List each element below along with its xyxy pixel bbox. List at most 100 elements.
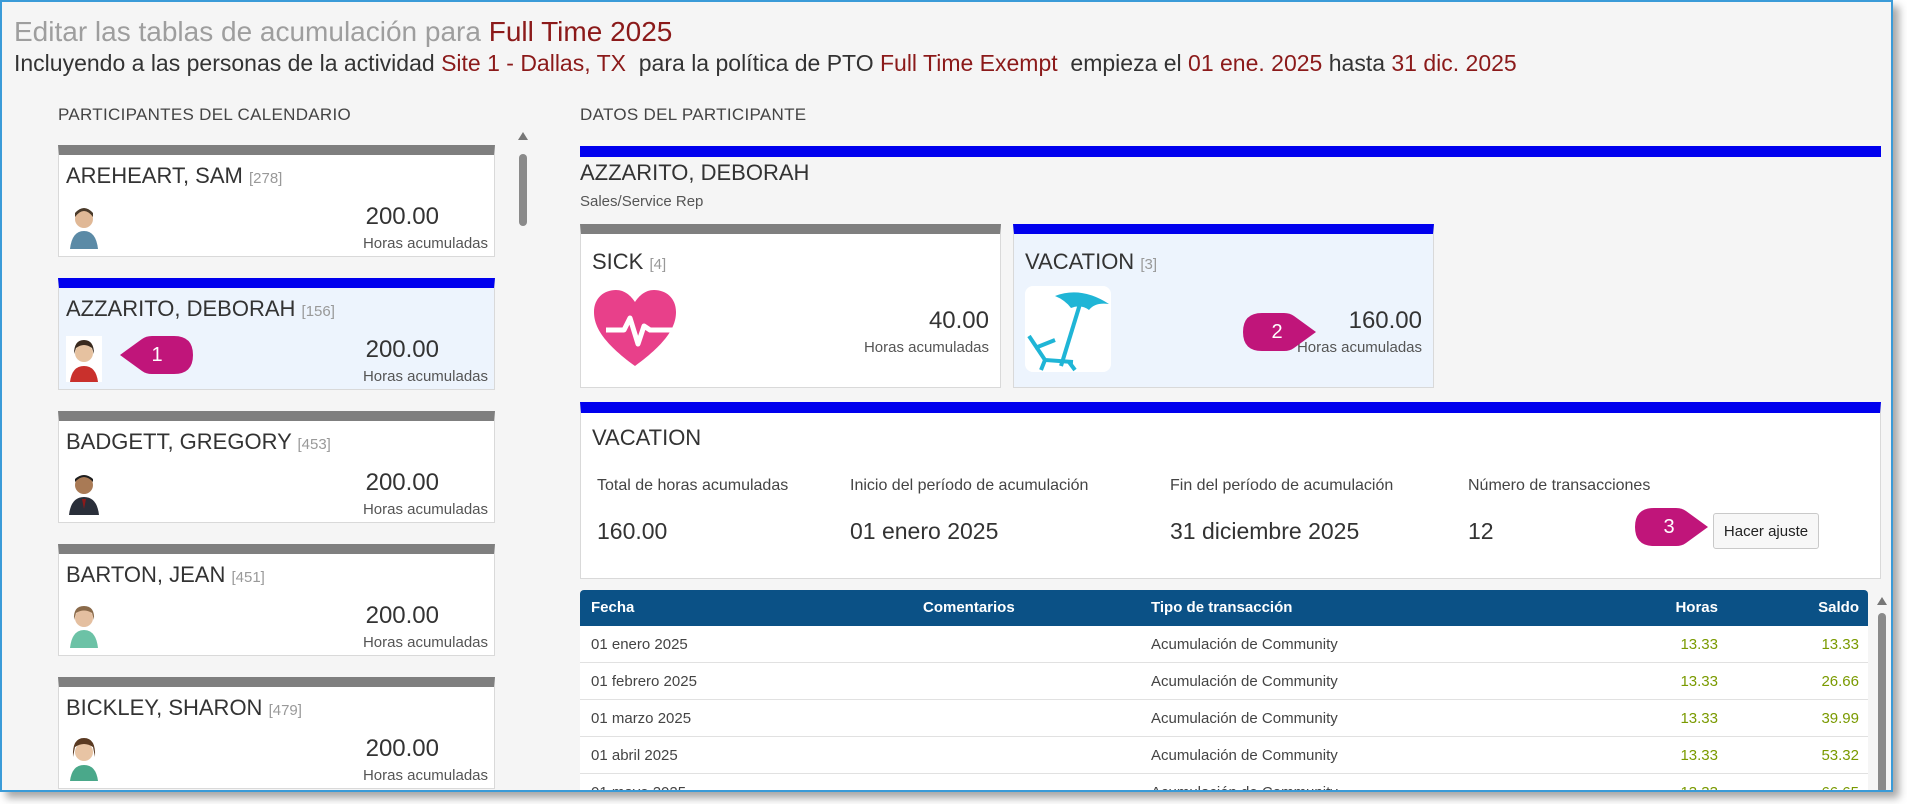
subtitle-text-3: empieza el	[1070, 50, 1182, 76]
participant-card[interactable]: AREHEART, SAM [278] 200.00 Horas acumula…	[58, 145, 495, 257]
callout-number: 1	[151, 344, 163, 366]
cell-date: 01 mayo 2025	[591, 784, 686, 790]
period-start-value: 01 enero 2025	[850, 518, 999, 544]
subtitle-text-2: para la política de PTO	[638, 50, 874, 76]
participant-card[interactable]: BADGETT, GREGORY [453] 200.00 Horas acum…	[58, 411, 495, 523]
scrollbar-thumb[interactable]	[1878, 613, 1886, 790]
participant-name: BADGETT, GREGORY [453]	[66, 429, 331, 454]
cell-hours: 13.33	[1680, 710, 1718, 727]
end-date: 31 dic. 2025	[1391, 50, 1517, 76]
start-date: 01 ene. 2025	[1188, 50, 1323, 76]
pto-hours: 40.00	[928, 307, 989, 334]
period-start-field: Inicio del período de acumulación 01 ene…	[850, 477, 1088, 545]
participant-name: AREHEART, SAM [278]	[66, 163, 283, 188]
period-start-label: Inicio del período de acumulación	[850, 477, 1089, 494]
page-subtitle: Incluyendo a las personas de la activida…	[14, 50, 1517, 77]
column-header-type[interactable]: Tipo de transacción	[1151, 599, 1292, 616]
transaction-count-field: Número de transacciones 12	[1468, 477, 1650, 545]
participant-data-heading: DATOS DEL PARTICIPANTE	[580, 105, 807, 124]
participant-card[interactable]: BARTON, JEAN [451] 200.00 Horas acumulad…	[58, 544, 495, 656]
participant-hours: 200.00	[365, 602, 439, 629]
cell-hours: 13.33	[1680, 784, 1718, 790]
column-header-date[interactable]: Fecha	[591, 599, 634, 616]
calendar-name: Full Time 2025	[488, 16, 673, 47]
pto-id: [3]	[1140, 256, 1158, 273]
participant-hours: 200.00	[365, 469, 439, 496]
column-header-balance[interactable]: Saldo	[1818, 599, 1859, 616]
participant-header-bar	[580, 146, 1881, 157]
subtitle-text-1: Incluyendo a las personas de la activida…	[14, 50, 435, 76]
policy-name: Full Time Exempt	[879, 50, 1058, 76]
callout-number: 3	[1663, 516, 1675, 538]
detail-title: VACATION	[592, 425, 702, 450]
table-row[interactable]: 01 febrero 2025 Acumulación de Community…	[580, 663, 1868, 700]
cell-balance: 39.99	[1821, 710, 1859, 727]
pto-id: [4]	[649, 256, 667, 273]
participant-detail-name: AZZARITO, DEBORAH	[580, 160, 810, 185]
page-title: Editar las tablas de acumulación para Fu…	[14, 16, 672, 48]
transactions-table: Fecha Comentarios Tipo de transacción Ho…	[580, 590, 1868, 790]
participant-id: [453]	[297, 436, 331, 453]
participant-hours: 200.00	[365, 203, 439, 230]
cell-type: Acumulación de Community	[1151, 747, 1338, 764]
participant-name: BICKLEY, SHARON [479]	[66, 695, 302, 720]
total-hours-value: 160.00	[597, 518, 668, 544]
participant-card[interactable]: BICKLEY, SHARON [479] 200.00 Horas acumu…	[58, 677, 495, 789]
participant-name: AZZARITO, DEBORAH [156]	[66, 296, 335, 321]
app-window: Editar las tablas de acumulación para Fu…	[0, 0, 1893, 792]
participant-hours: 200.00	[365, 735, 439, 762]
scroll-up-arrow-icon[interactable]	[518, 132, 528, 140]
table-header: Fecha Comentarios Tipo de transacción Ho…	[580, 590, 1868, 626]
table-row[interactable]: 01 mayo 2025 Acumulación de Community 13…	[580, 774, 1868, 790]
accrual-detail-panel: VACATION Total de horas acumuladas 160.0…	[580, 402, 1881, 579]
period-end-label: Fin del período de acumulación	[1170, 477, 1394, 494]
table-scrollbar[interactable]	[1875, 597, 1889, 790]
participant-id: [156]	[301, 303, 335, 320]
participant-hours: 200.00	[365, 336, 439, 363]
cell-balance: 66.65	[1821, 784, 1859, 790]
participant-hours-label: Horas acumuladas	[362, 235, 488, 252]
pto-name: SICK [4]	[592, 249, 667, 274]
participant-name: BARTON, JEAN [451]	[66, 562, 265, 587]
table-row[interactable]: 01 abril 2025 Acumulación de Community 1…	[580, 737, 1868, 774]
cell-date: 01 enero 2025	[591, 636, 688, 653]
period-end-field: Fin del período de acumulación 31 diciem…	[1170, 477, 1393, 545]
title-prefix: Editar las tablas de acumulación para	[14, 16, 481, 47]
callout-2: 2	[1242, 312, 1316, 352]
avatar	[66, 203, 102, 249]
cell-hours: 13.33	[1680, 747, 1718, 764]
pto-hours: 160.00	[1348, 307, 1422, 334]
column-header-comments[interactable]: Comentarios	[923, 599, 1015, 616]
callout-1: 1	[120, 335, 194, 375]
pto-card-sick[interactable]: SICK [4] 40.00 Horas acumuladas	[580, 224, 1001, 388]
participant-hours-label: Horas acumuladas	[362, 634, 488, 651]
avatar	[66, 602, 102, 648]
table-row[interactable]: 01 marzo 2025 Acumulación de Community 1…	[580, 700, 1868, 737]
period-end-value: 31 diciembre 2025	[1170, 518, 1360, 544]
cell-hours: 13.33	[1680, 636, 1718, 653]
callout-number: 2	[1271, 321, 1283, 343]
participant-id: [278]	[248, 170, 283, 187]
scroll-up-arrow-icon[interactable]	[1877, 597, 1887, 605]
participant-list-scrollbar[interactable]	[516, 132, 530, 790]
participant-role: Sales/Service Rep	[580, 193, 704, 210]
activity-name: Site 1 - Dallas, TX	[441, 50, 626, 76]
cell-balance: 13.33	[1821, 636, 1859, 653]
pto-card-vacation[interactable]: VACATION [3] 160.00 Horas acumuladas	[1013, 224, 1434, 388]
total-hours-label: Total de horas acumuladas	[597, 477, 789, 494]
transaction-count-value: 12	[1468, 518, 1494, 544]
avatar	[66, 336, 102, 382]
scrollbar-thumb[interactable]	[519, 154, 527, 226]
callout-3: 3	[1634, 507, 1708, 547]
column-header-hours[interactable]: Horas	[1675, 599, 1718, 616]
make-adjustment-button[interactable]: Hacer ajuste	[1713, 513, 1819, 549]
cell-balance: 53.32	[1821, 747, 1859, 764]
cell-type: Acumulación de Community	[1151, 784, 1338, 790]
cell-type: Acumulación de Community	[1151, 636, 1338, 653]
transaction-count-label: Número de transacciones	[1468, 477, 1651, 494]
participant-hours-label: Horas acumuladas	[362, 368, 488, 385]
cell-hours: 13.33	[1680, 673, 1718, 690]
table-row[interactable]: 01 enero 2025 Acumulación de Community 1…	[580, 626, 1868, 663]
participant-hours-label: Horas acumuladas	[362, 767, 488, 784]
participant-id: [451]	[231, 569, 265, 586]
